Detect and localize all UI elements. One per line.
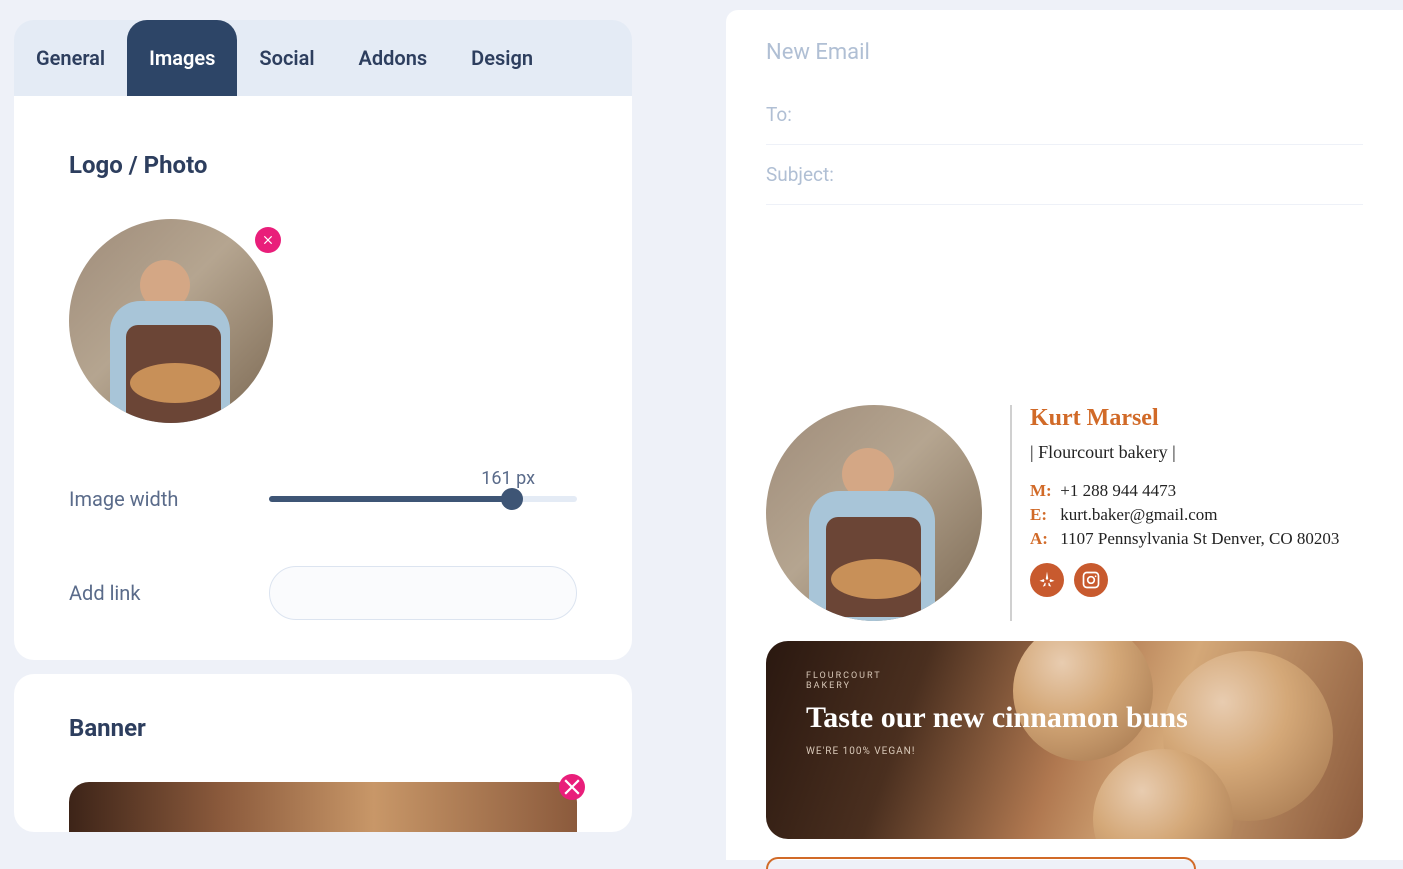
- signature-name: Kurt Marsel: [1030, 405, 1339, 432]
- signature-mobile-value: +1 288 944 4473: [1060, 481, 1176, 500]
- tab-general[interactable]: General: [14, 20, 127, 96]
- signature-block: Kurt Marsel | Flourcourt bakery | M: +1 …: [726, 365, 1403, 621]
- yelp-icon[interactable]: [1030, 563, 1064, 597]
- signature-info: Kurt Marsel | Flourcourt bakery | M: +1 …: [1010, 405, 1339, 621]
- email-preview-panel: New Email To: Subject: Kurt Marsel | Flo…: [726, 10, 1403, 860]
- image-width-row: Image width 161 px: [69, 487, 577, 511]
- signature-social-row: [1030, 563, 1339, 597]
- banner-title: Banner: [69, 714, 577, 742]
- banner-section: Banner: [14, 674, 632, 832]
- instagram-icon[interactable]: [1074, 563, 1108, 597]
- tab-images[interactable]: Images: [127, 20, 237, 96]
- remove-banner-button[interactable]: [559, 774, 585, 800]
- signature-address-value: 1107 Pennsylvania St Denver, CO 80203: [1060, 529, 1339, 548]
- signature-company: | Flourcourt bakery |: [1030, 442, 1339, 463]
- email-header: New Email To: Subject:: [726, 40, 1403, 205]
- tab-design[interactable]: Design: [449, 20, 555, 96]
- image-width-value: 161 px: [481, 468, 535, 489]
- signature-photo: [766, 405, 982, 621]
- logo-photo-preview: [69, 219, 273, 423]
- signature-mobile-key: M:: [1030, 481, 1056, 501]
- signature-banner: FLOURCOURT BAKERY Taste our new cinnamon…: [766, 641, 1363, 839]
- banner-subline: WE'RE 100% VEGAN!: [806, 746, 1323, 757]
- add-link-input[interactable]: [269, 566, 577, 620]
- images-tab-content: Logo / Photo Image width 161 px Add link: [14, 96, 632, 660]
- banner-brand-line1: FLOURCOURT: [806, 671, 1323, 681]
- banner-brand-line2: BAKERY: [806, 681, 1323, 691]
- signature-address-key: A:: [1030, 529, 1056, 549]
- tabs-bar: General Images Social Addons Design: [14, 20, 632, 96]
- tab-social[interactable]: Social: [237, 20, 336, 96]
- image-width-label: Image width: [69, 487, 269, 511]
- signature-address-row: A: 1107 Pennsylvania St Denver, CO 80203: [1030, 529, 1339, 549]
- slider-thumb[interactable]: [501, 488, 523, 510]
- close-icon: [559, 774, 585, 800]
- settings-panel: General Images Social Addons Design Logo…: [14, 20, 632, 832]
- add-link-row: Add link: [69, 566, 577, 620]
- signature-mobile-row: M: +1 288 944 4473: [1030, 481, 1339, 501]
- to-label: To:: [766, 103, 792, 126]
- image-width-slider[interactable]: 161 px: [269, 496, 577, 502]
- subject-label: Subject:: [766, 163, 834, 186]
- signature-email-row: E: kurt.baker@gmail.com: [1030, 505, 1339, 525]
- to-row: To:: [766, 85, 1363, 145]
- remove-photo-button[interactable]: [255, 227, 281, 253]
- signature-email-value: kurt.baker@gmail.com: [1060, 505, 1217, 524]
- subject-row: Subject:: [766, 145, 1363, 205]
- cta-button-outline[interactable]: [766, 857, 1196, 869]
- new-email-label: New Email: [766, 40, 1363, 65]
- uploaded-banner[interactable]: [69, 782, 577, 832]
- logo-photo-title: Logo / Photo: [69, 151, 577, 179]
- signature-email-key: E:: [1030, 505, 1056, 525]
- banner-preview-wrap: [69, 782, 577, 832]
- add-link-label: Add link: [69, 581, 269, 605]
- banner-headline: Taste our new cinnamon buns: [806, 701, 1323, 736]
- close-icon: [261, 233, 275, 247]
- tab-addons[interactable]: Addons: [337, 20, 450, 96]
- uploaded-photo[interactable]: [69, 219, 273, 423]
